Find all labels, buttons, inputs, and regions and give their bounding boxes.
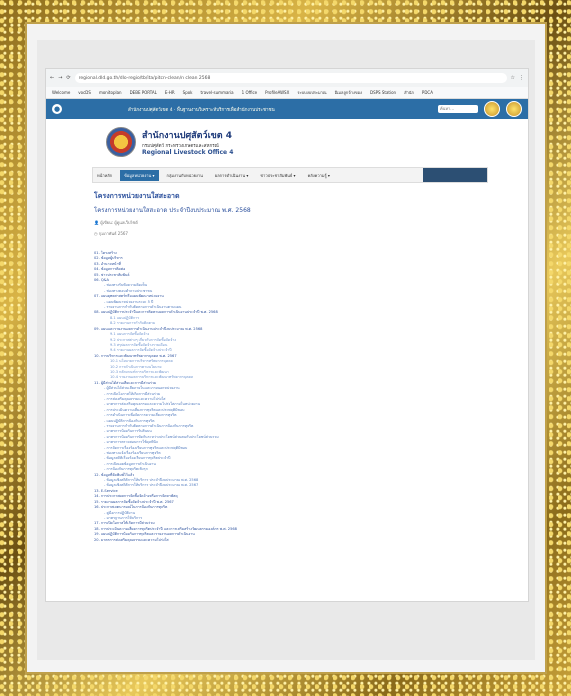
paper-mat: ← → ⟳ regional.dld.go.th/dlo-regio/tb/it… [37, 40, 535, 660]
page-title: โครงการหน่วยงานใสสะอาด [94, 192, 180, 200]
org-subtitle: กรมปศุสัตว์ กระทรวงเกษตรและสหกรณ์ [142, 144, 219, 149]
site-header: สำนักงานปศุสัตว์เขต 4 กรมปศุสัตว์ กระทรว… [46, 119, 528, 163]
org-english: Regional Livestock Office 4 [142, 149, 234, 156]
org-name: สำนักงานปศุสัตว์เขต 4 [142, 131, 233, 141]
bookmark-item[interactable]: DEBE PORTAL [130, 90, 157, 95]
author: 👤 ผู้เขียน: ผู้ดูแลเว็บไซต์ [94, 220, 138, 225]
article: โครงการหน่วยงานใสสะอาด โครงการหน่วยงานใส… [46, 183, 528, 543]
bookmark-item[interactable]: Welcome [52, 90, 70, 95]
bookmark-item[interactable]: PDCA [422, 90, 433, 95]
reload-icon[interactable]: ⟳ [66, 75, 70, 81]
bookmark-item[interactable]: E-HR [165, 90, 175, 95]
portrait-icon [506, 101, 522, 117]
bookmark-item[interactable]: ProfileAWSX [265, 90, 289, 95]
star-icon[interactable]: ☆ [511, 75, 515, 81]
main-nav: หน้าหลัก ข้อมูลหน่วยงาน ▾ กลุ่มงานกับหน่วย… [92, 167, 488, 183]
bookmark-item[interactable]: monitoplan [99, 90, 122, 95]
post-date: ◷ กุมภาพันธ์ 2567 [94, 231, 128, 236]
nav-item[interactable]: ข่าวประชาสัมพันธ์ ▾ [256, 170, 299, 181]
nav-item[interactable]: กลุ่มงานกับหน่วยงาน [163, 170, 207, 181]
address-bar[interactable]: regional.dld.go.th/dlo-regio/tb/ita/pitc… [74, 73, 507, 83]
bookmark-item[interactable]: ระบบงบประมาณ [297, 89, 326, 96]
nav-item[interactable]: คลังความรู้ ▾ [304, 170, 334, 181]
site-topbar: ● สำนักงานปศุสัตว์เขต 4 · พื้นฐานงานวิเค… [46, 99, 528, 119]
nav-banner [423, 168, 487, 182]
browser-toolbar: ← → ⟳ regional.dld.go.th/dlo-regio/tb/it… [46, 69, 528, 87]
portrait-icon [484, 101, 500, 117]
ribbon-icon: ● [52, 104, 62, 114]
bookmark-item[interactable]: อีเมลลูกจ้างของ [335, 89, 362, 96]
bookmark-item[interactable]: 1 Office [242, 90, 258, 95]
bookmark-item[interactable]: vocDS [78, 90, 91, 95]
bookmark-item[interactable]: DSPS Station [370, 90, 396, 95]
forward-icon[interactable]: → [58, 75, 62, 81]
bookmark-item[interactable]: travel-summaria [201, 90, 234, 95]
bookmarks-bar: Welcome vocDS monitoplan DEBE PORTAL E-HR Spo… [46, 87, 528, 99]
nav-item[interactable]: หน้าหลัก [93, 170, 116, 181]
bookmark-item[interactable]: สำนัก [404, 89, 414, 96]
topbar-text: สำนักงานปศุสัตว์เขต 4 · พื้นฐานงานวิเครา… [128, 107, 275, 113]
menu-icon[interactable]: ⋮ [519, 75, 524, 81]
nav-item[interactable]: ผลการดำเนินงาน ▾ [211, 170, 253, 181]
table-of-contents: 01. โครงสร้าง 02. ข้อมูลผู้บริหาร 03. อำนา… [94, 251, 528, 543]
toc-link[interactable]: 20. มาตรการส่งเสริมคุณธรรมและความโปร่งใส [94, 538, 528, 543]
author-name: ผู้เขียน: ผู้ดูแลเว็บไซต์ [100, 220, 138, 225]
department-emblem-icon [106, 127, 136, 157]
bookmark-item[interactable]: Spok [183, 90, 193, 95]
search-input[interactable]: ค้นหา... [438, 105, 478, 113]
webpage-screenshot: ← → ⟳ regional.dld.go.th/dlo-regio/tb/it… [45, 68, 529, 602]
nav-item[interactable]: ข้อมูลหน่วยงาน ▾ [120, 169, 159, 181]
post-date-text: กุมภาพันธ์ 2567 [98, 231, 128, 236]
gold-frame: ← → ⟳ regional.dld.go.th/dlo-regio/tb/it… [25, 22, 547, 674]
back-icon[interactable]: ← [50, 75, 54, 81]
page-subtitle: โครงการหน่วยงานใสสะอาด ประจำปีงบประมาณ พ… [94, 207, 251, 214]
